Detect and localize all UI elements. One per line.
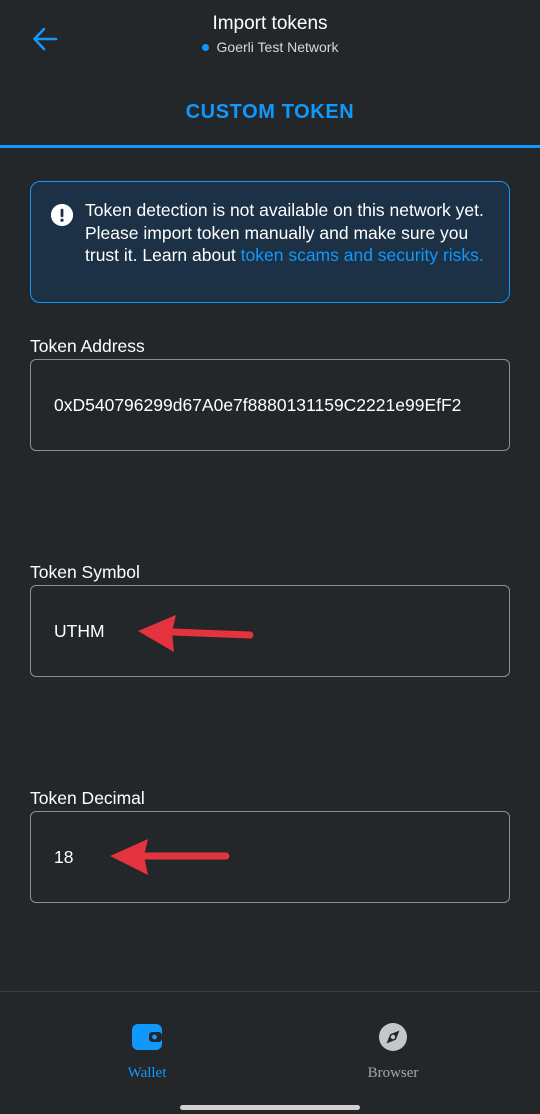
- token-symbol-input[interactable]: [31, 586, 509, 676]
- token-detection-alert: Token detection is not available on this…: [30, 181, 510, 303]
- header: Import tokens Goerli Test Network: [0, 0, 540, 80]
- token-decimal-field[interactable]: [30, 811, 510, 903]
- token-address-input[interactable]: [31, 360, 509, 450]
- home-indicator[interactable]: [180, 1105, 360, 1110]
- token-address-field[interactable]: [30, 359, 510, 451]
- token-symbol-field[interactable]: [30, 585, 510, 677]
- tab-underline: [0, 145, 540, 148]
- network-indicator: Goerli Test Network: [0, 39, 540, 55]
- tab-label: CUSTOM TOKEN: [185, 101, 355, 123]
- wallet-icon: [132, 1024, 162, 1050]
- annotation-arrow-icon: [110, 839, 230, 875]
- token-scams-link[interactable]: token scams and security risks.: [241, 245, 484, 265]
- token-decimal-label: Token Decimal: [30, 788, 145, 808]
- alert-text: Token detection is not available on this…: [85, 199, 489, 267]
- token-decimal-input[interactable]: [31, 812, 509, 902]
- compass-icon: [379, 1023, 407, 1051]
- token-address-label: Token Address: [30, 336, 145, 356]
- tab-browser[interactable]: Browser: [323, 1022, 463, 1082]
- token-symbol-label: Token Symbol: [30, 562, 140, 582]
- network-dot-icon: [201, 43, 209, 51]
- tab-wallet-label: Wallet: [127, 1065, 167, 1081]
- bottom-tab-bar: Wallet Browser: [0, 991, 540, 1114]
- annotation-arrow-icon: [138, 615, 254, 652]
- tab-custom-token[interactable]: CUSTOM TOKEN: [0, 96, 540, 148]
- tab-browser-label: Browser: [367, 1065, 419, 1081]
- page-title: Import tokens: [212, 13, 328, 34]
- info-exclamation-icon: [51, 204, 73, 226]
- network-name: Goerli Test Network: [216, 39, 339, 55]
- tab-wallet[interactable]: Wallet: [77, 1022, 217, 1082]
